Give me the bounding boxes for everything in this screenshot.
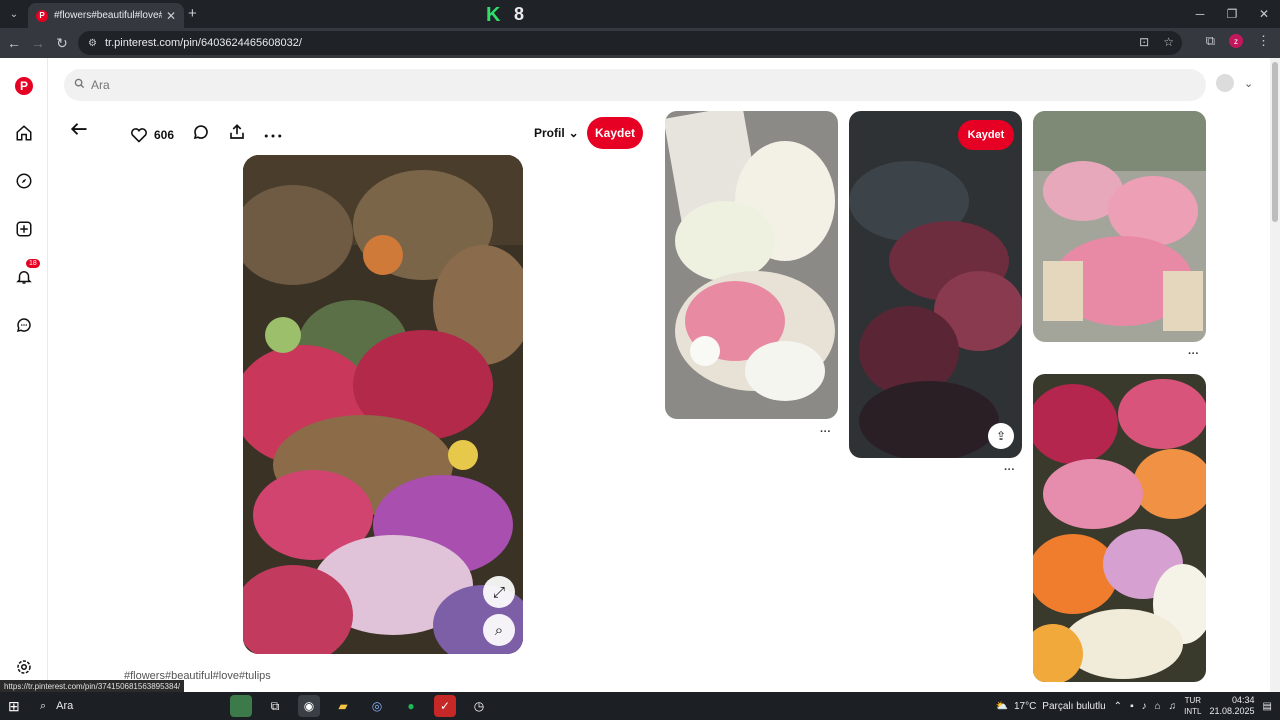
grid-share-icon[interactable]: ⇪ [988,423,1014,449]
taskbar-apps: ⧉ ◉ ▰ ◎ ● ✓ ◷ [230,695,490,717]
k-logo-icon: K [486,4,506,25]
user-avatar[interactable] [1216,74,1234,92]
clock[interactable]: 04:34 21.08.2025 [1210,695,1255,717]
weather-condition: Parçalı bulutlu [1042,700,1106,712]
left-sidebar: P 18 [0,58,48,692]
file-explorer-icon[interactable]: ▰ [332,695,354,717]
search-icon: ⌕ [40,699,47,712]
chrome-profile-icon[interactable]: ◎ [366,695,388,717]
taskbar-search[interactable]: ⌕ Ara [34,694,224,718]
camera-icon[interactable]: ▪ [1130,701,1134,712]
explore-compass-icon[interactable] [12,169,36,193]
like-count: 606 [154,127,175,142]
task-view-icon[interactable]: ⧉ [264,695,286,717]
tab-search-chevron-icon[interactable]: ⌄ [4,4,24,24]
browser-tab-bar: ⌄ P #flowers#beautiful#love#tulips ✕ + K… [0,0,1280,28]
app-red-icon[interactable]: ✓ [434,695,456,717]
keyboard-language[interactable]: TUR INTL [1184,695,1201,717]
save-button[interactable]: Kaydet [587,117,643,149]
pin-action-bar: 606 [130,123,282,146]
board-select-dropdown[interactable]: Profil ⌄ [534,126,579,140]
expand-icon[interactable]: ⤢ [483,576,515,608]
notifications-bell-icon[interactable]: 18 [12,259,40,289]
weather-widget[interactable]: ⛅ 17°C Parçalı bulutlu [996,701,1106,712]
page-scrollbar[interactable] [1270,58,1280,692]
system-tray: ⛅ 17°C Parçalı bulutlu ⌃ ▪ ♪ ⌂ ♫ TUR INT… [996,692,1273,720]
messages-icon[interactable] [12,313,36,337]
search-icon [74,78,85,92]
forward-arrow-icon[interactable]: → [28,33,48,53]
chevron-up-icon[interactable]: ⌃ [1114,701,1122,712]
more-options-icon[interactable]: ··· [820,426,831,438]
search-bar[interactable]: Ara [64,69,1206,101]
more-options-icon[interactable]: ··· [1188,348,1199,360]
temperature: 17°C [1013,700,1037,712]
spotify-icon[interactable]: ● [400,695,422,717]
home-icon[interactable] [12,121,36,145]
site-info-icon[interactable]: ⚙ [88,38,97,49]
restore-icon[interactable]: ❐ [1216,0,1248,28]
more-options-icon[interactable] [264,126,282,144]
center-badge: K 8 [486,4,524,25]
grid-pin-2[interactable] [849,111,1022,458]
share-icon[interactable] [228,123,246,146]
new-tab-button[interactable]: + [188,5,197,22]
back-arrow-icon[interactable]: ← [4,33,24,53]
address-bar[interactable]: ⚙ tr.pinterest.com/pin/6403624465608032/… [78,31,1182,55]
tab-title: #flowers#beautiful#love#tulips [54,10,162,21]
board-select-label: Profil [534,126,565,140]
search-placeholder: Ara [91,78,110,92]
network-icon[interactable]: ⌂ [1155,701,1161,712]
taskbar-search-label: Ara [56,700,74,712]
partly-cloudy-icon: ⛅ [995,700,1008,712]
clock-time: 04:34 [1232,695,1255,705]
install-app-icon[interactable]: ⊡ [1139,35,1149,49]
profile-avatar[interactable]: z [1229,34,1243,48]
grid-pin-4[interactable] [1033,374,1206,682]
lang-bottom: INTL [1184,707,1202,716]
close-tab-icon[interactable]: ✕ [166,9,176,23]
volume-icon[interactable]: ♫ [1169,701,1177,712]
notification-count-badge: 18 [26,259,40,268]
browser-tab-active[interactable]: P #flowers#beautiful#love#tulips ✕ [28,3,184,28]
microphone-icon[interactable]: ♪ [1142,701,1147,712]
grid-pin-3[interactable] [1033,111,1206,342]
bookmark-star-icon[interactable]: ☆ [1163,35,1174,49]
notifications-icon[interactable]: ▤ [1263,701,1272,712]
chrome-icon[interactable]: ◉ [298,695,320,717]
window-controls: ─ ❐ ✕ [1184,0,1280,28]
settings-gear-icon[interactable] [12,655,36,679]
landscape-widget-icon[interactable] [230,695,252,717]
scrollbar-thumb[interactable] [1272,62,1278,222]
clock-date: 21.08.2025 [1209,706,1255,716]
create-plus-icon[interactable] [12,217,36,241]
grid-pin-1[interactable] [665,111,838,419]
chevron-down-icon[interactable]: ⌄ [1244,77,1253,90]
badge-count: 8 [514,4,525,24]
account-menu[interactable]: ⌄ [1216,74,1253,92]
main-pin-image[interactable]: ⤢ ⌕ [243,155,523,654]
windows-start-icon[interactable]: ⊞ [8,698,20,715]
grid-save-button[interactable]: Kaydet [958,120,1014,150]
reload-icon[interactable]: ↻ [52,33,72,53]
visual-search-icon[interactable]: ⌕ [483,614,515,646]
comment-icon[interactable] [192,123,210,146]
minimize-icon[interactable]: ─ [1184,0,1216,28]
url-text: tr.pinterest.com/pin/6403624465608032/ [104,37,302,49]
pinterest-page: P 18 Ara ⌄ 606 Profil ⌄ Kaydet ⤢ ⌕ #flow… [0,58,1280,692]
close-window-icon[interactable]: ✕ [1248,0,1280,28]
more-options-icon[interactable]: ··· [1004,464,1015,476]
browser-menu-icon[interactable]: ⋮ [1257,33,1270,49]
windows-taskbar: ⊞ ⌕ Ara ⧉ ◉ ▰ ◎ ● ✓ ◷ ⛅ 17°C Parçalı bul… [0,692,1280,720]
lang-top: TUR [1184,696,1202,705]
pinterest-logo-icon[interactable]: P [12,74,36,98]
like-button[interactable]: 606 [130,127,174,143]
browser-nav-bar: ← → ↻ ⚙ tr.pinterest.com/pin/64036244656… [0,28,1280,58]
chevron-down-icon: ⌄ [568,126,579,140]
back-button[interactable] [70,121,88,142]
extensions-puzzle-icon[interactable]: ⧉ [1206,33,1215,49]
clock-app-icon[interactable]: ◷ [468,695,490,717]
pinterest-favicon-icon: P [36,9,48,22]
